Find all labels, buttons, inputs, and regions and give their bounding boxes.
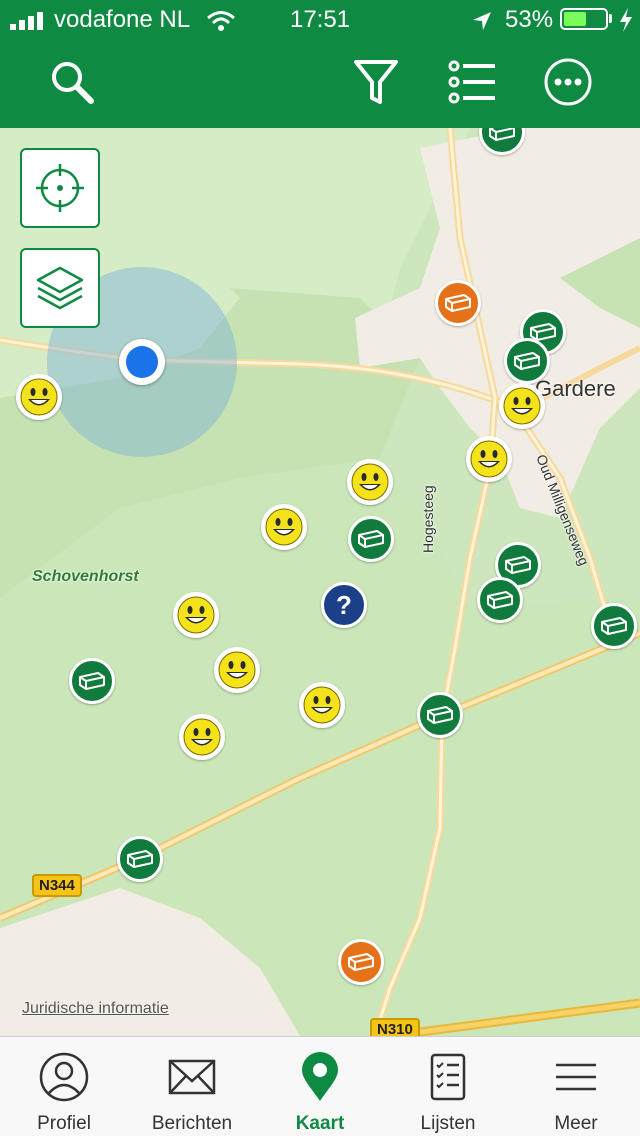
smiley-icon [20,378,58,416]
locate-me-icon [36,164,84,212]
locate-me-button[interactable] [20,148,100,228]
hide-marker-icon [127,850,153,868]
smiley-icon [177,596,215,634]
green-hide-marker[interactable] [591,603,637,649]
layers-icon [36,266,84,310]
smiley-icon [503,387,541,425]
tab-label: Kaart [295,1113,345,1134]
smiley-icon [265,508,303,546]
user-location-dot [119,339,165,385]
hide-marker-icon [79,672,105,690]
tab-bar: Profiel Berichten Kaart Lijsten Meer [0,1036,640,1136]
legal-info-link[interactable]: Juridische informatie [22,1000,169,1018]
search-button[interactable] [46,56,98,108]
road-label-hogesteeg: Hogesteeg [420,485,436,553]
green-hide-marker[interactable] [477,577,523,623]
orange-hide-marker[interactable] [338,939,384,985]
hide-marker-icon [358,530,384,548]
orange-hide-marker[interactable] [435,280,481,326]
tab-lijsten[interactable]: Lijsten [384,1037,512,1136]
town-label: Gardere [535,376,616,401]
battery-tip [609,14,612,23]
green-hide-marker[interactable] [69,658,115,704]
list-icon [448,60,495,104]
more-icon [544,58,592,106]
hide-marker-icon [601,617,627,635]
tab-label: Profiel [37,1113,91,1134]
smiley-icon [351,463,389,501]
filter-button[interactable] [350,56,402,108]
tab-profiel[interactable]: Profiel [0,1037,128,1136]
place-label: Schovenhorst [32,568,139,585]
smiley-marker[interactable] [299,682,345,728]
search-icon [52,62,94,104]
tab-kaart[interactable]: Kaart [256,1037,384,1136]
layers-button[interactable] [20,248,100,328]
road-shield-n344: N344 [32,874,82,897]
status-bar: vodafone NL 17:51 53% [0,0,640,40]
tab-berichten[interactable]: Berichten [128,1037,256,1136]
question-icon: ? [336,589,352,620]
hide-marker-icon [445,294,471,312]
profile-icon [39,1052,89,1102]
map-pin-icon [302,1052,338,1101]
smiley-icon [183,718,221,756]
tab-label: Meer [554,1113,598,1134]
smiley-marker[interactable] [179,714,225,760]
hide-marker-icon [427,706,453,724]
tab-meer[interactable]: Meer [512,1037,640,1136]
map-view[interactable]: Schovenhorst Gardere Hogesteeg Oud Milli… [0,128,640,1036]
tab-label: Lijsten [420,1113,476,1134]
list-button[interactable] [446,56,498,108]
road-shield-n310: N310 [370,1018,420,1036]
smiley-marker[interactable] [214,647,260,693]
smiley-marker[interactable] [466,436,512,482]
hide-marker-icon [489,128,515,141]
smiley-icon [218,651,256,689]
hide-marker-icon [348,953,374,971]
envelope-icon [168,1059,216,1095]
green-hide-marker[interactable] [417,692,463,738]
checklist-icon [430,1053,466,1101]
app-header: vodafone NL 17:51 53% [0,0,640,128]
green-hide-marker[interactable] [348,516,394,562]
filter-icon [354,60,398,104]
smiley-marker[interactable] [261,504,307,550]
battery-percent: 53% [505,6,554,33]
smiley-icon [470,440,508,478]
smiley-marker[interactable] [499,383,545,429]
charging-bolt-icon [620,8,632,32]
smiley-marker[interactable] [16,374,62,420]
smiley-icon [303,686,341,724]
green-hide-marker[interactable] [117,836,163,882]
hide-marker-icon [487,591,513,609]
location-arrow-icon [473,12,491,30]
smiley-marker[interactable] [173,592,219,638]
hide-marker-icon [514,352,540,370]
more-button[interactable] [542,56,594,108]
menu-icon [556,1063,596,1091]
green-hide-marker[interactable] [504,338,550,384]
tab-label: Berichten [151,1113,233,1134]
smiley-marker[interactable] [347,459,393,505]
battery-icon [560,8,608,30]
hide-marker-icon [505,556,531,574]
question-marker[interactable]: ? [321,582,367,628]
